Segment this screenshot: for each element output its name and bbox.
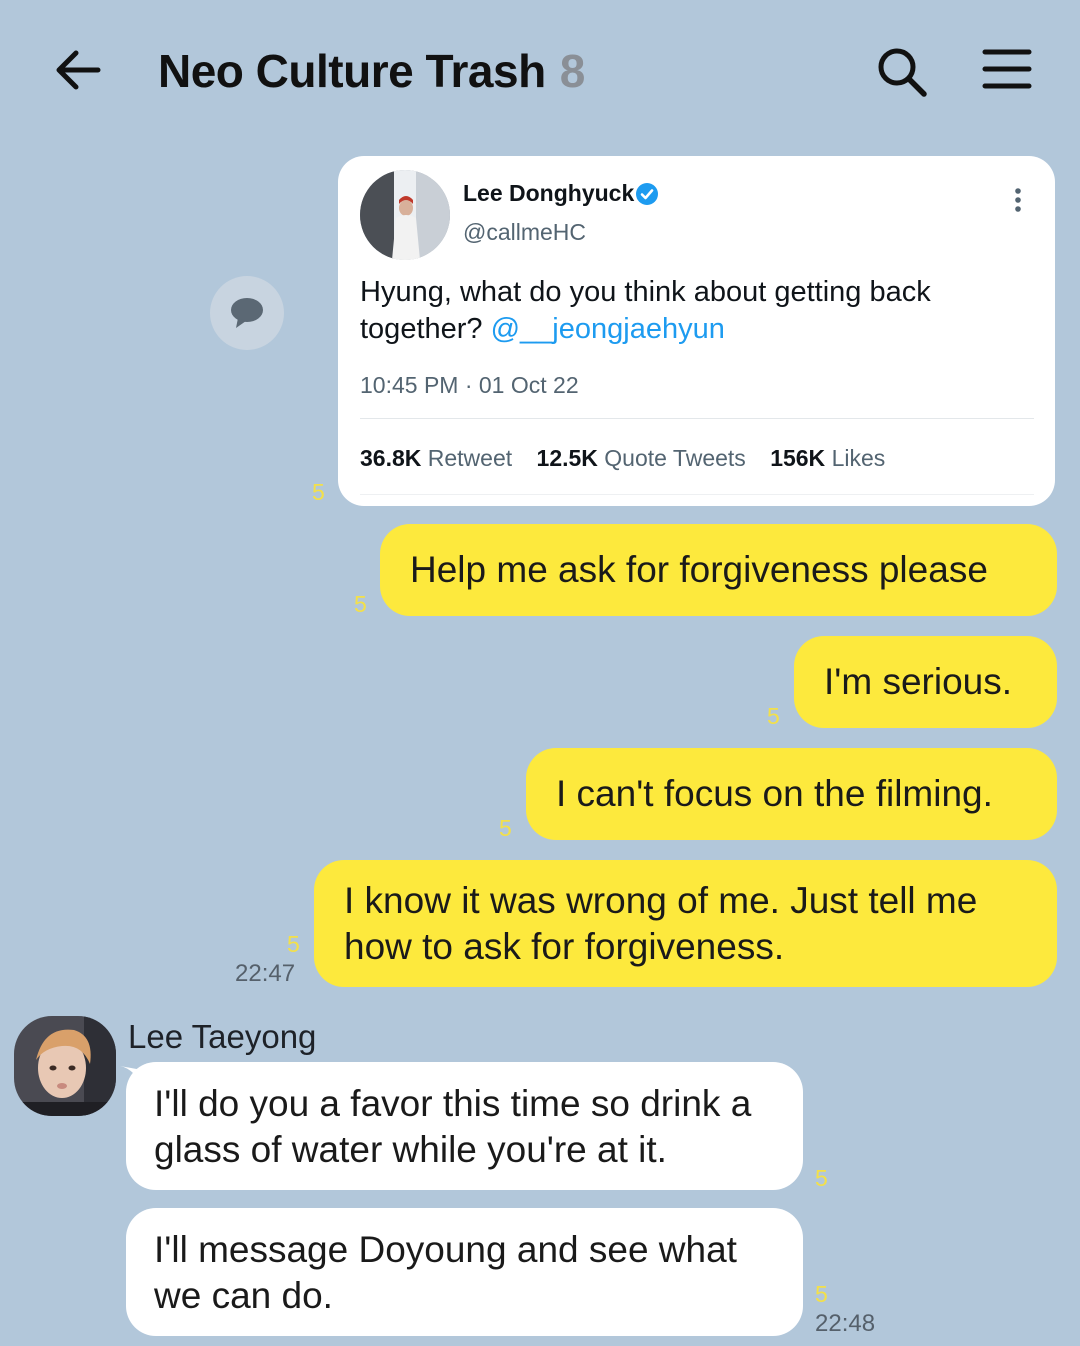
tweet-author-avatar[interactable] [360, 170, 450, 260]
divider [360, 418, 1034, 419]
message-text: I know it was wrong of me. Just tell me … [344, 880, 978, 967]
tweet-mention-link[interactable]: @__jeongjaehyun [491, 313, 725, 345]
unread-count: 5 [815, 1165, 828, 1191]
sender-name: Lee Taeyong [128, 1018, 317, 1055]
message-timestamp: 22:47 [235, 960, 296, 987]
chat-title: Neo Culture Trash 8 [158, 44, 585, 98]
verified-badge-icon [635, 182, 659, 206]
tweet-stats: 36.8K Retweet 12.5K Quote Tweets 156K Li… [360, 445, 885, 472]
message-text: Help me ask for forgiveness please [410, 549, 988, 590]
sent-message-bubble[interactable]: I know it was wrong of me. Just tell me … [314, 860, 1057, 987]
unread-count: 5 [312, 479, 325, 505]
message-text: I'll do you a favor this time so drink a… [154, 1083, 752, 1170]
tweet-author-name[interactable]: Lee Donghyuck [463, 180, 634, 207]
like-label[interactable]: Likes [832, 445, 886, 471]
share-button[interactable] [210, 276, 284, 350]
sent-message-bubble[interactable]: Help me ask for forgiveness please [380, 524, 1057, 616]
search-icon[interactable] [874, 44, 930, 100]
message-text: I can't focus on the filming. [556, 773, 993, 814]
retweet-count: 36.8K [360, 445, 422, 471]
hamburger-menu-icon[interactable] [982, 46, 1032, 92]
quote-tweet-label[interactable]: Quote Tweets [604, 445, 746, 471]
divider [360, 494, 1034, 495]
tweet-text: Hyung, what do you think about getting b… [360, 274, 1020, 348]
retweet-label[interactable]: Retweet [428, 445, 512, 471]
like-count: 156K [770, 445, 826, 471]
received-message-bubble[interactable]: I'll do you a favor this time so drink a… [126, 1062, 803, 1190]
unread-count: 5 [287, 931, 300, 957]
sent-message-bubble[interactable]: I can't focus on the filming. [526, 748, 1057, 840]
message-text: I'll message Doyoung and see what we can… [154, 1229, 737, 1316]
message-text: I'm serious. [824, 661, 1012, 702]
sent-message-bubble[interactable]: I'm serious. [794, 636, 1057, 728]
more-options-icon[interactable] [1011, 186, 1025, 216]
back-arrow-icon[interactable] [52, 44, 104, 96]
unread-count: 5 [354, 591, 367, 617]
received-message-bubble[interactable]: I'll message Doyoung and see what we can… [126, 1208, 803, 1336]
quote-tweet-count: 12.5K [536, 445, 598, 471]
tweet-timestamp: 10:45 PM · 01 Oct 22 [360, 372, 579, 398]
unread-count: 5 [815, 1281, 828, 1307]
speech-bubble-icon [231, 298, 263, 328]
sender-avatar[interactable] [14, 1016, 116, 1116]
message-timestamp: 22:48 [815, 1310, 876, 1337]
tweet-author-handle[interactable]: @callmeHC [463, 219, 586, 246]
unread-count: 5 [499, 815, 512, 841]
chat-title-text: Neo Culture Trash [158, 45, 546, 97]
unread-count: 5 [767, 703, 780, 729]
tweet-card[interactable]: Lee Donghyuck @callmeHC Hyung, what do y… [338, 156, 1055, 506]
member-count: 8 [559, 45, 586, 97]
